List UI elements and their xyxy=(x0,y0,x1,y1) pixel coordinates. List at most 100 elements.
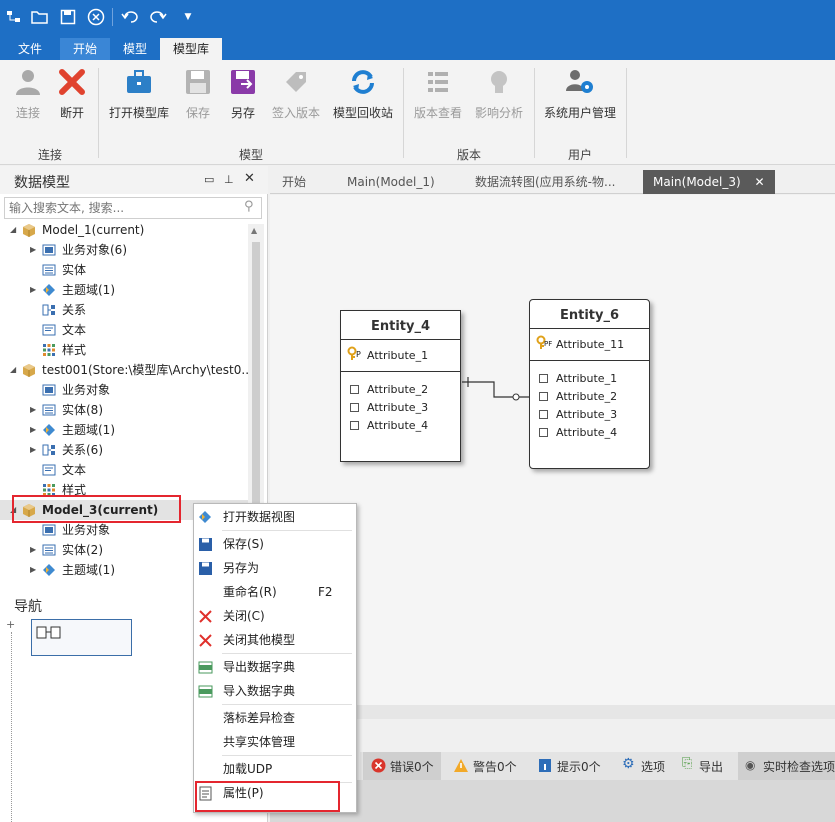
entity-6-key-attribute: Attribute_11 xyxy=(556,338,625,351)
redo-icon[interactable] xyxy=(148,7,168,27)
user-gear-icon xyxy=(564,66,596,98)
dock-window-icon[interactable]: ▭ xyxy=(204,173,214,186)
tree-model-node[interactable]: ◢ Model_1(current) xyxy=(0,220,248,240)
open-model-library-button[interactable]: 打开模型库 xyxy=(106,66,172,126)
save-as-button[interactable]: 另存 xyxy=(223,66,263,126)
recycle-icon xyxy=(347,66,379,98)
menu-item-close-other-models[interactable]: 关闭其他模型 xyxy=(194,628,356,652)
search-input[interactable] xyxy=(4,197,262,219)
entity-6[interactable]: Entity_6 PF Attribute_11 Attribute_1 Att… xyxy=(529,299,650,469)
entity-icon xyxy=(42,543,56,557)
tree-item[interactable]: 实体 xyxy=(0,260,248,280)
version-view-button[interactable]: 版本查看 xyxy=(410,66,466,126)
tab-main-model-1[interactable]: Main(Model_1) xyxy=(347,171,435,193)
menu-item-close[interactable]: 关闭(C) xyxy=(194,604,356,628)
menu-item-open-data-view[interactable]: 打开数据视图 xyxy=(194,505,356,529)
menu-item-save[interactable]: 保存(S) xyxy=(194,532,356,556)
undo-icon[interactable] xyxy=(120,7,140,27)
hints-count[interactable]: 提示0个 xyxy=(557,758,601,775)
scroll-up-icon[interactable]: ▲ xyxy=(251,226,257,235)
collapse-arrow-icon[interactable]: ◢ xyxy=(10,220,16,240)
save-button[interactable]: 保存 xyxy=(178,66,218,126)
style-icon xyxy=(42,343,56,357)
menu-separator xyxy=(222,653,352,654)
errors-filter-button[interactable]: 错误0个 xyxy=(363,752,441,780)
save-icon[interactable] xyxy=(58,7,78,27)
expand-arrow-icon[interactable]: ▶ xyxy=(30,420,36,440)
tree-item[interactable]: 关系 xyxy=(0,300,248,320)
menu-item-export-data-dictionary[interactable]: 导出数据字典 xyxy=(194,655,356,679)
search-icon[interactable]: ⚲ xyxy=(244,199,254,214)
ribbon-group-version: 版本 xyxy=(456,148,481,162)
app-icon[interactable] xyxy=(4,7,24,27)
subject-area-icon xyxy=(42,563,56,577)
navigator-viewport[interactable] xyxy=(31,619,132,656)
tree-item[interactable]: 文本 xyxy=(0,320,248,340)
connect-button[interactable]: 连接 xyxy=(8,66,48,126)
menu-item-import-data-dictionary[interactable]: 导入数据字典 xyxy=(194,679,356,703)
tree-item[interactable]: ▶ 业务对象(6) xyxy=(0,240,248,260)
tab-main-model-3[interactable]: Main(Model_3) ✕ xyxy=(643,170,775,194)
briefcase-icon xyxy=(123,66,155,98)
expand-arrow-icon[interactable]: ▶ xyxy=(30,240,36,260)
tree-item-label: Model_1(current) xyxy=(42,223,145,237)
tree-item[interactable]: ▶ 主题域(1) xyxy=(0,280,248,300)
tree-item[interactable]: 业务对象 xyxy=(0,380,248,400)
expand-arrow-icon[interactable]: ▶ xyxy=(30,280,36,300)
export-button[interactable]: 导出 xyxy=(699,758,723,775)
pin-icon[interactable]: ⊥ xyxy=(224,173,234,186)
system-user-management-button[interactable]: 系统用户管理 xyxy=(540,66,620,126)
open-folder-icon[interactable] xyxy=(30,7,50,27)
menu-item-label: 落标差异检查 xyxy=(223,711,296,725)
attribute-icon xyxy=(350,421,359,430)
entity-icon xyxy=(42,403,56,417)
menu-tab-model-library[interactable]: 模型库 xyxy=(160,38,222,60)
check-in-version-label: 签入版本 xyxy=(271,106,320,120)
entity-6-attribute: Attribute_3 xyxy=(556,408,618,421)
menu-tab-start[interactable]: 开始 xyxy=(60,38,110,60)
model-cube-icon xyxy=(22,223,36,237)
tree-item[interactable]: 样式 xyxy=(0,340,248,360)
tree-model-node[interactable]: ◢ test001(Store:\模型库\Archy\test0... xyxy=(0,360,248,380)
close-circle-icon[interactable] xyxy=(86,7,106,27)
entity-4[interactable]: Entity_4 P Attribute_1 Attribute_2 Attri… xyxy=(340,310,461,462)
document-tabs: 开始 Main(Model_1) 数据流转图(应用系统-物... Main(Mo… xyxy=(270,166,835,194)
menu-item-standard-diff-check[interactable]: 落标差异检查 xyxy=(194,706,356,730)
tree-item[interactable]: ▶ 实体(8) xyxy=(0,400,248,420)
collapse-arrow-icon[interactable]: ◢ xyxy=(10,360,16,380)
tree-item[interactable]: ▶ 主题域(1) xyxy=(0,420,248,440)
check-in-version-button[interactable]: 签入版本 xyxy=(270,66,322,126)
expand-arrow-icon[interactable]: ▶ xyxy=(30,540,36,560)
tree-item[interactable]: 文本 xyxy=(0,460,248,480)
menu-item-save-as[interactable]: 另存为 xyxy=(194,556,356,580)
tab-start[interactable]: 开始 xyxy=(282,171,306,193)
menu-item-shortcut: F2 xyxy=(318,585,333,599)
expand-arrow-icon[interactable]: ▶ xyxy=(30,400,36,420)
menu-item-label: 重命名(R) xyxy=(223,585,277,599)
disconnect-button[interactable]: 断开 xyxy=(52,66,92,126)
expand-arrow-icon[interactable]: ▶ xyxy=(30,560,36,580)
options-button[interactable]: 选项 xyxy=(641,758,665,775)
save-icon xyxy=(199,562,212,575)
entity-4-key-attribute: Attribute_1 xyxy=(367,349,429,362)
tab-close-icon[interactable]: ✕ xyxy=(755,175,765,189)
tree-item-label: test001(Store:\模型库\Archy\test0... xyxy=(42,363,248,377)
realtime-check-options-button[interactable]: ◉ 实时检查选项 xyxy=(738,752,835,780)
menu-tab-file[interactable]: 文件 xyxy=(8,38,52,60)
tab-data-flow-diagram[interactable]: 数据流转图(应用系统-物... xyxy=(475,171,615,193)
relationship-line[interactable] xyxy=(462,375,530,405)
tree-item[interactable]: ▶ 关系(6) xyxy=(0,440,248,460)
menu-item-shared-entity-management[interactable]: 共享实体管理 xyxy=(194,730,356,754)
close-icon[interactable]: ✕ xyxy=(244,171,255,186)
menu-item-rename[interactable]: 重命名(R) F2 xyxy=(194,580,356,604)
impact-analysis-button[interactable]: 影响分析 xyxy=(470,66,528,126)
menu-item-load-udp[interactable]: 加载UDP xyxy=(194,757,356,781)
dropdown-icon[interactable]: ▼ xyxy=(178,7,198,27)
expand-icon[interactable]: + xyxy=(6,618,15,631)
menu-tab-model[interactable]: 模型 xyxy=(112,38,158,60)
model-recycle-bin-button[interactable]: 模型回收站 xyxy=(330,66,396,126)
menu-separator xyxy=(222,755,352,756)
expand-arrow-icon[interactable]: ▶ xyxy=(30,440,36,460)
warnings-count[interactable]: 警告0个 xyxy=(473,758,517,775)
impact-analysis-label: 影响分析 xyxy=(474,106,523,120)
